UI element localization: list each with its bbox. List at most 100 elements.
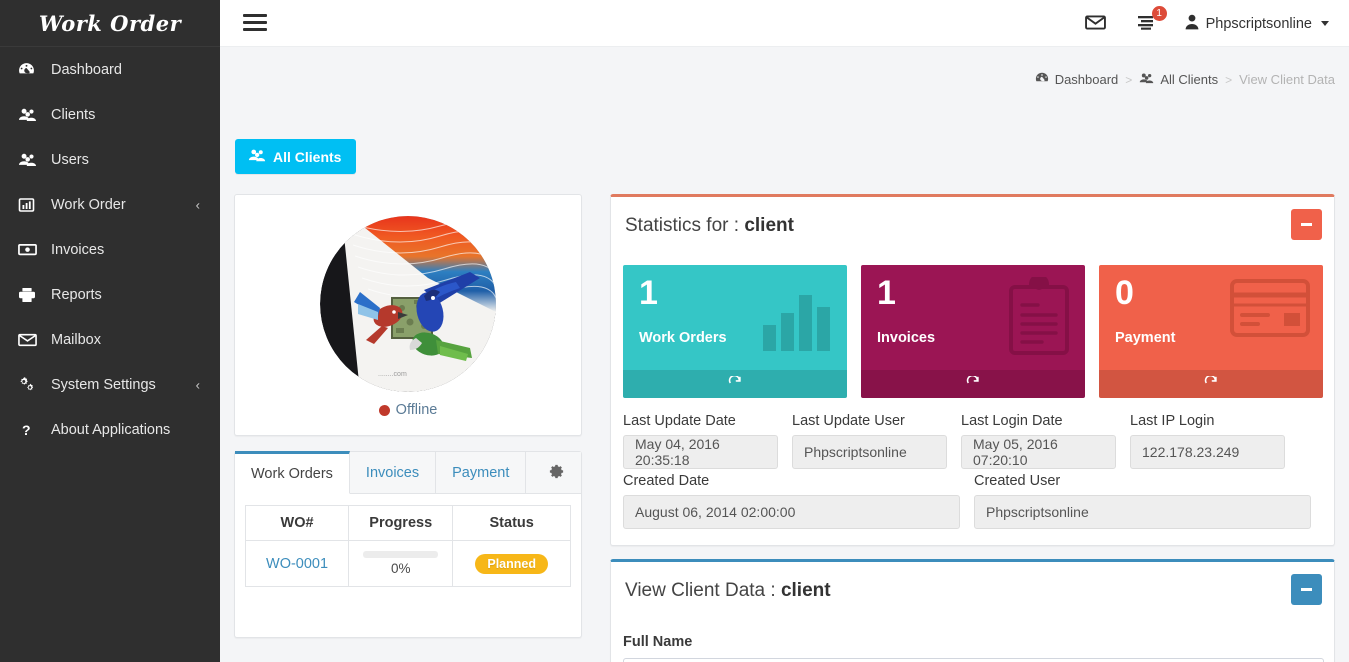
tab-work-orders[interactable]: Work Orders (235, 451, 350, 494)
statistics-fields: Last Update Date May 04, 2016 20:35:18 L… (623, 413, 1322, 533)
stat-card-invoices[interactable]: 1 Invoices (861, 265, 1085, 398)
gear-icon (548, 463, 565, 483)
statistics-title: Statistics for : client (625, 215, 794, 237)
stat-refresh-footer[interactable] (623, 370, 847, 398)
sidebar-item-users[interactable]: Users (0, 137, 220, 182)
envelope-icon (18, 331, 42, 349)
sidebar-item-system-settings[interactable]: System Settings ‹ (0, 362, 220, 407)
stat-refresh-footer[interactable] (1099, 370, 1323, 398)
sidebar-item-label: Users (51, 151, 89, 168)
envelope-icon (1084, 14, 1106, 33)
field-created-date: Created Date August 06, 2014 02:00:00 (623, 473, 960, 529)
field-created-user: Created User Phpscriptsonline (974, 473, 1311, 529)
brand-logo[interactable]: Work Order (0, 0, 220, 47)
sidebar-item-invoices[interactable]: Invoices (0, 227, 220, 272)
messages-button[interactable] (1069, 0, 1122, 47)
sidebar-item-label: Work Order (51, 196, 126, 213)
stat-card-work-orders[interactable]: 1 Work Orders (623, 265, 847, 398)
breadcrumb-item-all-clients[interactable]: All Clients (1139, 72, 1218, 87)
tab-invoices[interactable]: Invoices (349, 452, 437, 494)
tab-payment[interactable]: Payment (436, 452, 527, 494)
sidebar-item-label: Mailbox (51, 331, 101, 348)
field-label: Last Update User (792, 413, 905, 429)
dashboard-icon (1035, 71, 1049, 88)
all-clients-button[interactable]: All Clients (235, 139, 357, 174)
user-menu[interactable]: Phpscriptsonline (1175, 0, 1337, 47)
sidebar-item-label: Dashboard (51, 61, 122, 78)
field-value: Phpscriptsonline (792, 435, 947, 469)
tab-label: Payment (452, 464, 510, 481)
refresh-icon (728, 374, 742, 393)
refresh-icon (966, 374, 980, 393)
sidebar-item-dashboard[interactable]: Dashboard (0, 47, 220, 92)
stat-card-payment[interactable]: 0 Payment (1099, 265, 1323, 398)
field-label: Full Name (623, 634, 693, 650)
breadcrumb-label: All Clients (1160, 72, 1219, 87)
users-icon (248, 148, 266, 165)
sidebar: Work Order Dashboard Clients Users Work … (0, 0, 220, 662)
field-value: August 06, 2014 02:00:00 (623, 495, 960, 529)
sidebar-item-clients[interactable]: Clients (0, 92, 220, 137)
statistics-panel-header: Statistics for : client (611, 197, 1334, 254)
breadcrumb-item-dashboard[interactable]: Dashboard (1035, 71, 1119, 88)
minus-icon (1301, 223, 1312, 226)
statistics-title-prefix: Statistics for (625, 214, 729, 236)
statistics-panel: Statistics for : client 1 Work Orders 1 … (610, 194, 1335, 546)
full-name-input[interactable]: Client (623, 658, 1324, 662)
work-order-link[interactable]: WO-0001 (266, 556, 328, 572)
top-navbar: 1 Phpscriptsonline (220, 0, 1349, 47)
stat-value: 1 (877, 274, 896, 312)
sidebar-item-mailbox[interactable]: Mailbox (0, 317, 220, 362)
statistics-title-sep: : (733, 214, 740, 236)
field-label: Created User (974, 473, 1061, 489)
progress-bar: 0% (355, 551, 446, 576)
money-icon (18, 241, 42, 259)
topbar-actions: 1 Phpscriptsonline (1069, 0, 1337, 47)
column-header-progress: Progress (348, 505, 454, 541)
refresh-icon (1204, 374, 1218, 393)
sidebar-item-reports[interactable]: Reports (0, 272, 220, 317)
statistics-title-value: client (744, 214, 794, 236)
field-label: Last Login Date (961, 413, 1063, 429)
chevron-left-icon: ‹ (195, 197, 200, 212)
breadcrumb-label: Dashboard (1054, 72, 1119, 87)
users-icon (18, 106, 42, 124)
credit-card-icon (1229, 277, 1311, 342)
stat-value: 0 (1115, 274, 1134, 312)
user-name: Phpscriptsonline (1205, 15, 1312, 32)
user-icon (1185, 14, 1199, 34)
stat-value: 1 (639, 274, 658, 312)
field-value: Phpscriptsonline (974, 495, 1311, 529)
view-client-data-collapse-button[interactable] (1291, 574, 1322, 605)
statistics-cards: 1 Work Orders 1 Invoices 0 Payment (623, 265, 1324, 398)
view-title-prefix: View Client Data (625, 579, 766, 601)
tasks-badge: 1 (1151, 6, 1167, 21)
sidebar-item-work-order[interactable]: Work Order ‹ (0, 182, 220, 227)
tasks-button[interactable]: 1 (1122, 0, 1175, 47)
sidebar-item-label: About Applications (51, 421, 171, 438)
column-header-wo: WO# (244, 505, 350, 541)
statistics-collapse-button[interactable] (1291, 209, 1322, 240)
svg-text:?: ? (22, 422, 31, 438)
breadcrumb-separator: > (1225, 72, 1233, 87)
field-last-update-user: Last Update User Phpscriptsonline (792, 413, 947, 469)
hamburger-icon[interactable] (241, 11, 269, 35)
progress-label: 0% (390, 561, 411, 576)
stat-refresh-footer[interactable] (861, 370, 1085, 398)
table-header-row: WO# Progress Status (244, 505, 571, 541)
view-title-sep: : (770, 579, 776, 601)
field-label: Last IP Login (1130, 413, 1215, 429)
field-last-ip-login: Last IP Login 122.178.23.249 (1130, 413, 1285, 469)
field-value: May 04, 2016 20:35:18 (623, 435, 778, 469)
field-label: Created Date (623, 473, 710, 489)
view-title-value: client (780, 579, 831, 601)
cell-progress: 0% (348, 540, 454, 587)
tab-settings-button[interactable] (526, 452, 581, 494)
sidebar-item-about-applications[interactable]: ? About Applications (0, 407, 220, 452)
clipboard-icon (1005, 274, 1073, 360)
field-value: 122.178.23.249 (1130, 435, 1285, 469)
question-icon: ? (18, 421, 42, 439)
dashboard-icon (18, 61, 42, 79)
chevron-down-icon (1321, 21, 1329, 26)
view-client-data-panel: View Client Data : client Full Name Clie… (610, 559, 1335, 662)
